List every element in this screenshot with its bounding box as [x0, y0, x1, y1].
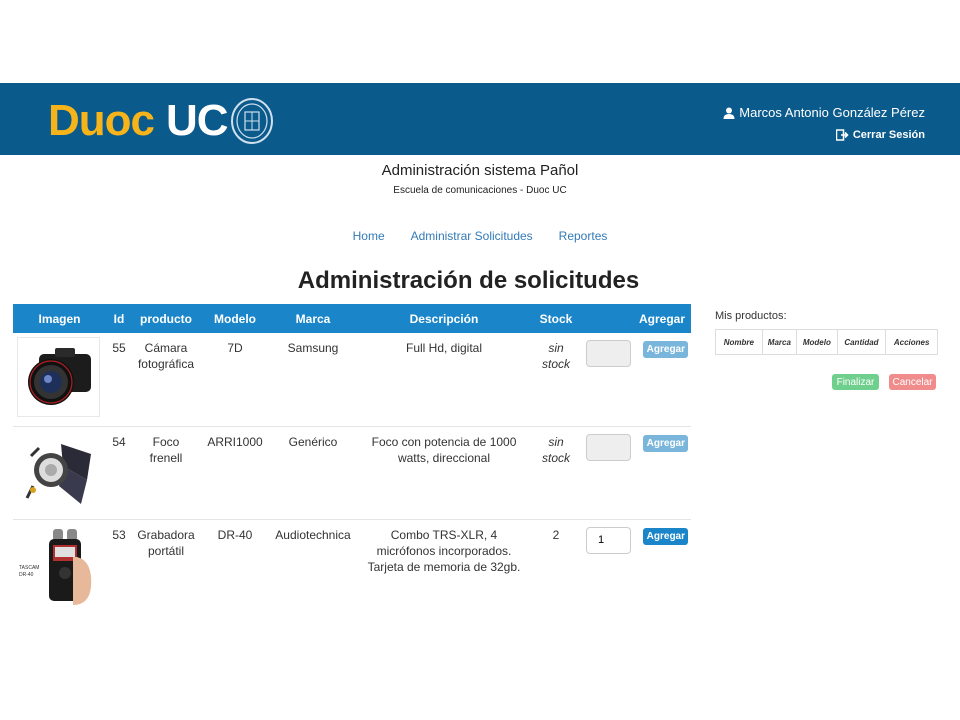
camera-icon: [27, 348, 91, 405]
finish-button[interactable]: Finalizar: [832, 374, 879, 390]
add-button[interactable]: Agregar: [643, 434, 689, 452]
user-info: Marcos Antonio González Pérez: [723, 105, 925, 120]
cell-id: 55: [106, 333, 132, 427]
cell-model: DR-40: [217, 527, 253, 542]
logout-label: Cerrar Sesión: [852, 129, 925, 141]
fresnel-light-icon: [25, 443, 91, 504]
product-line-2: frenell: [149, 450, 183, 465]
cell-brand: Samsung: [270, 333, 356, 427]
user-box: Marcos Antonio González Pérez Cerrar Ses…: [723, 105, 925, 141]
recorder-label: TASCAM DR-40: [19, 565, 39, 579]
product-line-1: Grabadora: [137, 527, 195, 542]
page-title: Administración de solicitudes: [297, 267, 640, 294]
col-id: Id: [106, 304, 132, 333]
cell-description: Combo TRS-XLR, 4 micrófonos incorporados…: [367, 527, 521, 574]
col-brand: Marca: [761, 329, 798, 355]
nav-reports[interactable]: Reportes: [559, 229, 608, 243]
recorder-brand-text: TASCAM: [19, 564, 40, 571]
col-image: Imagen: [13, 304, 106, 333]
stock-line-2: stock: [541, 450, 570, 465]
col-description: Descripción: [356, 304, 532, 333]
cell-product: Cámara fotográfica: [132, 333, 200, 427]
cell-model: 7D: [200, 333, 270, 427]
product-line-1: Cámara: [144, 341, 188, 355]
cell-add: Agregar: [580, 426, 691, 520]
system-title: Administración sistema Pañol: [381, 162, 579, 179]
col-name: Nombre: [715, 329, 763, 355]
stock-line-1: sin: [548, 341, 564, 355]
my-products-table: Nombre Marca Modelo Cantidad Acciones: [715, 329, 938, 355]
audio-recorder-image: TASCAM DR-40: [17, 527, 100, 607]
stock-line-2: stock: [541, 357, 570, 371]
nav-admin-requests[interactable]: Administrar Solicitudes: [411, 229, 533, 243]
add-button[interactable]: Agregar: [643, 341, 689, 358]
product-line-1: Foco: [152, 434, 180, 449]
system-subtitle: Escuela de comunicaciones - Duoc UC: [393, 185, 567, 196]
my-products-header-row: Nombre Marca Modelo Cantidad Acciones: [715, 329, 938, 355]
system-heading: Administración sistema Pañol Escuela de …: [0, 162, 960, 196]
cell-add: Agregar: [580, 519, 691, 612]
logo-duoc-text: Duoc: [48, 96, 155, 145]
logo-uc-text: UC: [166, 96, 229, 145]
cell-model: ARRI1000: [200, 426, 270, 520]
col-stock: Stock: [532, 304, 580, 333]
my-products-actions: Finalizar Cancelar: [832, 374, 960, 390]
cell-product: Grabadora portátil: [132, 519, 200, 612]
cell-stock: sin stock: [532, 426, 580, 520]
col-brand: Marca: [270, 304, 356, 333]
table-header-row: Imagen Id producto Modelo Marca Descripc…: [13, 304, 691, 333]
user-name: Marcos Antonio González Pérez: [739, 105, 925, 120]
products-table: Imagen Id producto Modelo Marca Descripc…: [13, 304, 691, 612]
university-seal-icon: [230, 98, 273, 144]
my-products-title: Mis productos:: [715, 310, 787, 322]
col-quantity: Cantidad: [836, 329, 887, 355]
cell-brand: Audiotechnica: [275, 527, 351, 542]
cell-stock: 2: [552, 527, 560, 542]
logout-icon: [835, 129, 849, 141]
quantity-input[interactable]: [586, 433, 631, 461]
cell-description: Foco con potencia de 1000 watts, direcci…: [356, 426, 532, 520]
cell-brand: Genérico: [270, 426, 356, 520]
col-actions: Acciones: [885, 329, 938, 355]
quantity-input[interactable]: [586, 526, 631, 554]
quantity-input[interactable]: [586, 340, 631, 367]
nav-home[interactable]: Home: [353, 229, 385, 243]
duoc-uc-logo[interactable]: Duoc UC: [48, 96, 274, 145]
col-model: Modelo: [796, 329, 838, 355]
cell-description: Full Hd, digital: [356, 333, 532, 427]
col-product: producto: [132, 304, 200, 333]
table-row: TASCAMDR-40 53 Grabadoraportátil DR-40: [13, 519, 691, 612]
col-model: Modelo: [200, 304, 270, 333]
cell-stock: sin stock: [532, 333, 580, 427]
top-header: Duoc UC Marcos Antonio González Pérez Ce…: [0, 83, 960, 155]
main-nav: Home Administrar Solicitudes Reportes: [0, 229, 960, 243]
cell-product: Foco frenell: [132, 426, 200, 520]
cancel-button[interactable]: Cancelar: [889, 374, 936, 390]
recorder-model-text: DR-40: [19, 571, 34, 578]
add-button[interactable]: Agregar: [643, 527, 689, 545]
logout-link[interactable]: Cerrar Sesión: [723, 129, 925, 141]
table-row: 55 Cámara fotográfica 7D Samsung Full Hd,…: [13, 333, 691, 427]
my-products-panel: Mis productos: Nombre Marca Modelo Canti…: [715, 310, 938, 390]
col-add: Agregar: [580, 304, 691, 333]
user-icon: [723, 107, 735, 119]
product-line-2: fotográfica: [137, 357, 195, 371]
table-row: 54 Foco frenell ARRI1000 Genérico Foco co…: [13, 426, 691, 520]
product-line-2: portátil: [147, 543, 185, 558]
stock-line-1: sin: [548, 434, 564, 449]
fresnel-light-image: [17, 434, 100, 514]
cell-add: Agregar: [580, 333, 691, 427]
cell-id: 53: [112, 527, 126, 542]
camera-image: [17, 337, 100, 417]
cell-id: 54: [106, 426, 132, 520]
